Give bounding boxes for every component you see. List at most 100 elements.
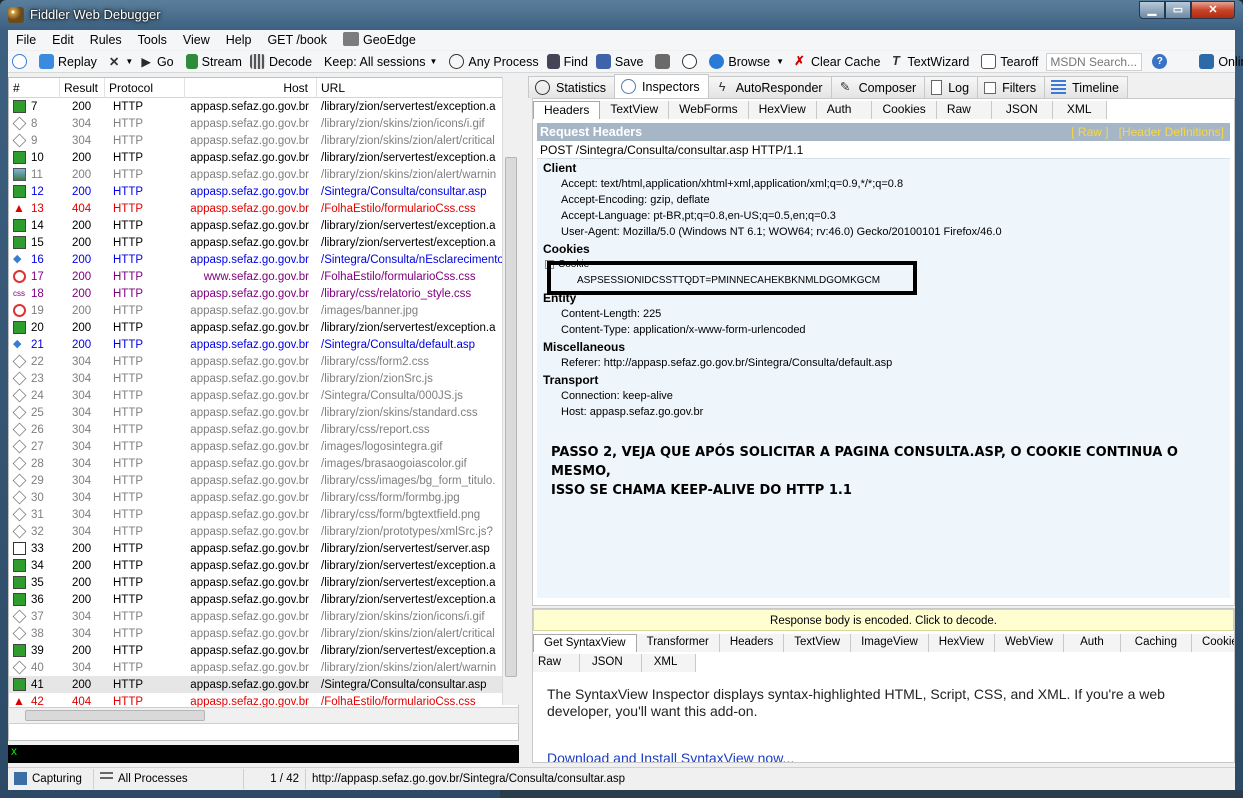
online-indicator[interactable]: Online — [1195, 51, 1243, 73]
resp-tab-syntaxview[interactable]: Get SyntaxView — [533, 634, 637, 652]
menu-get-book[interactable]: GET /book — [259, 30, 335, 50]
tab-autoresponder[interactable]: ϟ AutoResponder — [707, 76, 832, 98]
tab-timeline[interactable]: Timeline — [1044, 76, 1128, 98]
sessions-vertical-scrollbar[interactable] — [502, 77, 519, 705]
comment-button[interactable] — [8, 51, 35, 73]
scrollbar-thumb[interactable] — [25, 710, 205, 721]
table-row[interactable]: 24 304 HTTP appasp.sefaz.go.gov.br/Sintegra… — [9, 387, 518, 404]
resp-tab-json[interactable]: JSON — [580, 654, 642, 672]
table-row[interactable]: 39 200 HTTP appasp.sefaz.go.gov.br/library/… — [9, 642, 518, 659]
any-process-button[interactable]: Any Process — [445, 51, 542, 73]
save-button[interactable]: Save — [592, 51, 648, 73]
resp-tab-imageview[interactable]: ImageView — [851, 634, 929, 652]
req-tab-xml[interactable]: XML — [1052, 101, 1107, 119]
table-row[interactable]: css 18 200 HTTP appasp.sefaz.go.gov.br/libra… — [9, 285, 518, 302]
table-row[interactable]: 38 304 HTTP appasp.sefaz.go.gov.br/library/… — [9, 625, 518, 642]
table-row[interactable]: 34 200 HTTP appasp.sefaz.go.gov.br/library/… — [9, 557, 518, 574]
go-button[interactable]: ▶ Go — [137, 51, 177, 73]
menu-view[interactable]: View — [175, 30, 218, 50]
decode-button[interactable]: Decode — [246, 51, 316, 73]
resp-tab-transformer[interactable]: Transformer — [636, 634, 720, 652]
decode-banner[interactable]: Response body is encoded. Click to decod… — [533, 609, 1234, 631]
menu-help[interactable]: Help — [218, 30, 260, 50]
process-filter[interactable]: All Processes — [94, 768, 244, 789]
screenshot-button[interactable] — [651, 51, 678, 73]
resp-tab-headers[interactable]: Headers — [719, 634, 785, 652]
table-row[interactable]: 26 304 HTTP appasp.sefaz.go.gov.br/library/… — [9, 421, 518, 438]
table-row[interactable]: ◆ 21 200 HTTP appasp.sefaz.go.gov.br/Sintegr… — [9, 336, 518, 353]
resp-tab-textview[interactable]: TextView — [784, 634, 852, 652]
req-tab-hexview[interactable]: HexView — [748, 101, 817, 119]
table-row[interactable]: 12 200 HTTP appasp.sefaz.go.gov.br/Sintegra… — [9, 183, 518, 200]
sessions-horizontal-scrollbar[interactable] — [8, 707, 519, 724]
keep-sessions-dropdown[interactable]: Keep: All sessions ▼ — [320, 51, 441, 73]
group-cookies[interactable]: Cookies — [537, 241, 1230, 257]
close-button[interactable]: ✕ — [1191, 1, 1235, 19]
menu-edit[interactable]: Edit — [44, 30, 82, 50]
req-tab-json[interactable]: JSON — [991, 101, 1053, 119]
table-row[interactable]: 19 200 HTTP appasp.sefaz.go.gov.br/images/b… — [9, 302, 518, 319]
table-row[interactable]: 15 200 HTTP appasp.sefaz.go.gov.br/library/… — [9, 234, 518, 251]
capturing-toggle[interactable]: Capturing — [8, 768, 94, 789]
menu-tools[interactable]: Tools — [130, 30, 175, 50]
menu-rules[interactable]: Rules — [82, 30, 130, 50]
textwizard-button[interactable]: T TextWizard — [885, 51, 974, 73]
table-row[interactable]: ▲ 13 404 HTTP appasp.sefaz.go.gov.br/FolhaEs… — [9, 200, 518, 217]
resp-tab-xml[interactable]: XML — [641, 654, 697, 672]
browse-button[interactable]: Browse ▼ — [705, 51, 788, 73]
tab-statistics[interactable]: Statistics — [528, 76, 616, 98]
col-header-num[interactable]: # — [9, 78, 60, 98]
group-miscellaneous[interactable]: Miscellaneous — [537, 339, 1230, 355]
table-row[interactable]: 27 304 HTTP appasp.sefaz.go.gov.br/images/l… — [9, 438, 518, 455]
find-button[interactable]: Find — [543, 51, 592, 73]
table-row[interactable]: 10 200 HTTP appasp.sefaz.go.gov.br/library/… — [9, 149, 518, 166]
req-tab-auth[interactable]: Auth — [816, 101, 873, 119]
req-tab-raw[interactable]: Raw — [936, 101, 992, 119]
table-row[interactable]: 8 304 HTTP appasp.sefaz.go.gov.br/library/z… — [9, 115, 518, 132]
table-row[interactable]: 20 200 HTTP appasp.sefaz.go.gov.br/library/… — [9, 319, 518, 336]
col-header-url[interactable]: URL — [317, 78, 507, 98]
download-syntaxview-link[interactable]: Download and Install SyntaxView now... — [533, 720, 1234, 762]
table-row[interactable]: 11 200 HTTP appasp.sefaz.go.gov.br/library/… — [9, 166, 518, 183]
help-button[interactable]: ? — [1142, 51, 1175, 73]
tearoff-button[interactable]: Tearoff — [977, 51, 1042, 73]
resp-tab-raw[interactable]: Raw — [533, 654, 581, 672]
msdn-search-input[interactable] — [1046, 52, 1143, 71]
table-row[interactable]: 9 304 HTTP appasp.sefaz.go.gov.br/library/z… — [9, 132, 518, 149]
raw-link[interactable]: [ Raw ] — [1071, 125, 1108, 139]
table-row[interactable]: 40 304 HTTP appasp.sefaz.go.gov.br/library/… — [9, 659, 518, 676]
table-row[interactable]: 22 304 HTTP appasp.sefaz.go.gov.br/library/… — [9, 353, 518, 370]
tab-filters[interactable]: Filters — [977, 76, 1046, 98]
col-header-result[interactable]: Result — [60, 78, 105, 98]
quickexec-input[interactable]: X — [8, 745, 519, 763]
timer-button[interactable] — [678, 51, 705, 73]
table-row[interactable]: 25 304 HTTP appasp.sefaz.go.gov.br/library/… — [9, 404, 518, 421]
header-definitions-link[interactable]: [Header Definitions] — [1119, 125, 1224, 139]
table-row[interactable]: 14 200 HTTP appasp.sefaz.go.gov.br/library/… — [9, 217, 518, 234]
tab-inspectors[interactable]: Inspectors — [614, 74, 709, 98]
menu-geoedge[interactable]: GeoEdge — [335, 30, 424, 50]
menu-file[interactable]: File — [8, 30, 44, 50]
maximize-button[interactable]: ▭ — [1165, 1, 1191, 19]
resp-tab-cookies[interactable]: Cookies — [1191, 634, 1234, 652]
req-tab-headers[interactable]: Headers — [533, 101, 601, 119]
table-row[interactable]: ◆ 16 200 HTTP appasp.sefaz.go.gov.br/Sintegr… — [9, 251, 518, 268]
clear-cache-button[interactable]: ✗ Clear Cache — [788, 51, 884, 73]
table-row[interactable]: 33 200 HTTP appasp.sefaz.go.gov.br/library/… — [9, 540, 518, 557]
table-row[interactable]: 36 200 HTTP appasp.sefaz.go.gov.br/library/… — [9, 591, 518, 608]
table-row[interactable]: 31 304 HTTP appasp.sefaz.go.gov.br/library/… — [9, 506, 518, 523]
req-tab-textview[interactable]: TextView — [600, 101, 670, 119]
resp-tab-hexview[interactable]: HexView — [928, 634, 995, 652]
table-row[interactable]: 32 304 HTTP appasp.sefaz.go.gov.br/library/… — [9, 523, 518, 540]
tab-composer[interactable]: ✎ Composer — [830, 76, 926, 98]
resp-tab-caching[interactable]: Caching — [1120, 634, 1192, 652]
table-row[interactable]: 17 200 HTTP www.sefaz.go.gov.br/FolhaEstilo… — [9, 268, 518, 285]
table-row[interactable]: 37 304 HTTP appasp.sefaz.go.gov.br/library/… — [9, 608, 518, 625]
req-tab-webforms[interactable]: WebForms — [669, 101, 749, 119]
group-client[interactable]: Client — [537, 160, 1230, 176]
table-row[interactable]: 23 304 HTTP appasp.sefaz.go.gov.br/library/… — [9, 370, 518, 387]
col-header-protocol[interactable]: Protocol — [105, 78, 185, 98]
stream-button[interactable]: Stream — [182, 51, 246, 73]
table-row[interactable]: 30 304 HTTP appasp.sefaz.go.gov.br/library/… — [9, 489, 518, 506]
group-transport[interactable]: Transport — [537, 372, 1230, 388]
